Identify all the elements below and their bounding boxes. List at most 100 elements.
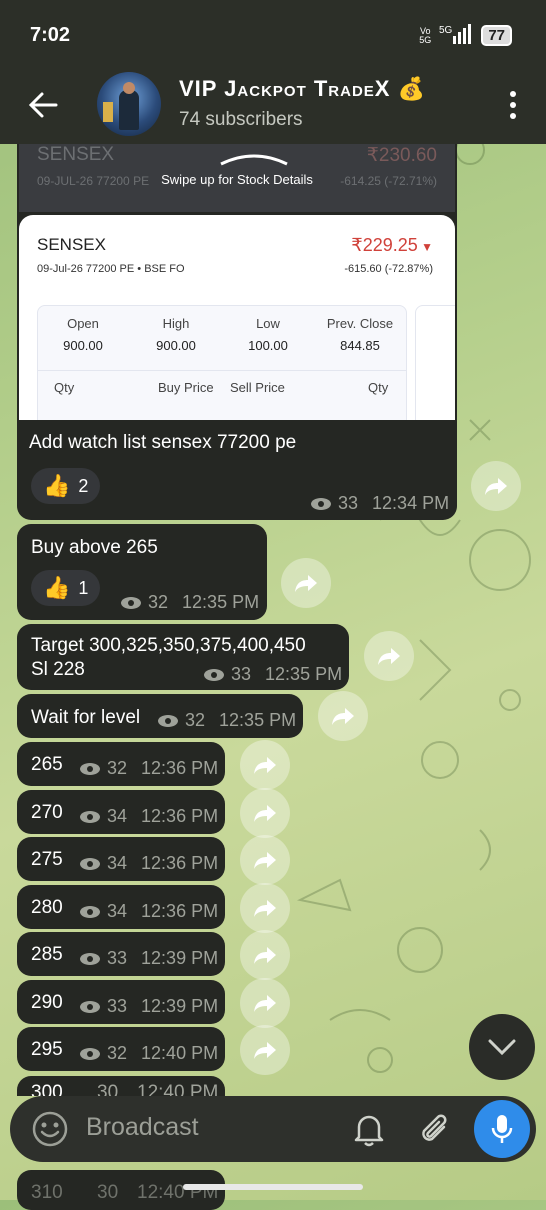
- message-text: 300: [31, 1082, 63, 1096]
- eye-icon: [121, 596, 141, 609]
- eye-icon: [204, 668, 224, 681]
- eye-icon: [311, 497, 331, 510]
- message-meta: 33 12:34 PM: [310, 493, 449, 514]
- back-arrow-icon[interactable]: [26, 88, 60, 122]
- share-arrow-icon: [254, 1042, 276, 1059]
- eye-icon: [80, 1000, 100, 1013]
- message-text: Buy above 265: [31, 537, 158, 558]
- forward-button[interactable]: [471, 461, 521, 511]
- share-arrow-icon: [254, 852, 276, 869]
- share-arrow-icon: [254, 805, 276, 822]
- forward-button[interactable]: [364, 631, 414, 681]
- channel-avatar[interactable]: [97, 72, 161, 136]
- forward-button[interactable]: [240, 788, 290, 838]
- forward-button[interactable]: [281, 558, 331, 608]
- eye-icon: [80, 1047, 100, 1060]
- message-meta: 33 12:39 PM: [79, 948, 218, 969]
- volte-icon: Vo 5G: [419, 25, 432, 45]
- swipe-hint: Swipe up for Stock Details: [161, 172, 313, 187]
- status-icons: Vo 5G 5G 77: [419, 24, 512, 47]
- message-bubble[interactable]: Wait for level 32 12:35 PM: [17, 694, 303, 738]
- stock-card[interactable]: SENSEX ₹229.25 ▼ 09-Jul-26 77200 PE • BS…: [19, 215, 455, 420]
- signal-icon: 5G: [439, 24, 473, 47]
- message-bubble[interactable]: 280 34 12:36 PM: [17, 885, 225, 929]
- message-text: Target 300,325,350,375,400,450: [31, 635, 306, 656]
- message-bubble[interactable]: 270 34 12:36 PM: [17, 790, 225, 834]
- status-bar: 7:02 Vo 5G 5G 77: [0, 0, 546, 70]
- forward-button[interactable]: [240, 740, 290, 790]
- channel-title[interactable]: VIP Jackpot TradeX 💰: [179, 76, 426, 102]
- thumbs-up-emoji: 👍: [43, 575, 71, 600]
- eye-icon: [80, 810, 100, 823]
- swipe-up-icon: [220, 154, 288, 166]
- eye-icon: [158, 714, 178, 727]
- share-arrow-icon: [295, 575, 317, 592]
- thumbs-up-emoji: 👍: [43, 473, 71, 498]
- forward-button[interactable]: [240, 835, 290, 885]
- share-arrow-icon: [254, 900, 276, 917]
- message-bubble[interactable]: 310 30 12:40 PM: [17, 1170, 225, 1210]
- svg-text:5G: 5G: [439, 25, 453, 36]
- scroll-to-bottom-button[interactable]: [469, 1014, 535, 1080]
- clock: 7:02: [30, 24, 71, 46]
- eye-icon: [80, 905, 100, 918]
- paperclip-icon[interactable]: [418, 1111, 452, 1147]
- message-bubble[interactable]: Buy above 265 👍 1 32 12:35 PM: [17, 524, 267, 620]
- battery-icon: 77: [481, 25, 512, 46]
- forward-button[interactable]: [240, 930, 290, 980]
- share-arrow-icon: [332, 708, 354, 725]
- share-arrow-icon: [254, 757, 276, 774]
- reaction-chip[interactable]: 👍 2: [31, 468, 101, 504]
- stock-change: -615.60 (-72.87%): [344, 263, 433, 275]
- message-bubble[interactable]: 275 34 12:36 PM: [17, 837, 225, 881]
- message-meta: 32 12:35 PM: [157, 710, 296, 731]
- microphone-icon: [491, 1115, 513, 1143]
- message-meta: 34 12:36 PM: [79, 853, 218, 874]
- money-bag-emoji: 💰: [397, 76, 427, 101]
- broadcast-bar[interactable]: Broadcast: [10, 1096, 536, 1162]
- message-meta: 33 12:35 PM: [203, 664, 342, 685]
- stock-price: ₹229.25 ▼: [351, 235, 433, 255]
- forward-button[interactable]: [240, 978, 290, 1028]
- forward-button[interactable]: [240, 883, 290, 933]
- chevron-down-icon: [488, 1039, 516, 1055]
- message-text: 265: [31, 754, 63, 775]
- message-meta: 32 12:35 PM: [120, 592, 259, 613]
- share-arrow-icon: [254, 995, 276, 1012]
- broadcast-input[interactable]: Broadcast: [86, 1113, 199, 1142]
- message-bubble[interactable]: 300 30 12:40 PM: [17, 1076, 225, 1096]
- forward-button[interactable]: [240, 1025, 290, 1075]
- ohlc-grid: Open High Low Prev. Close 900.00 900.00 …: [37, 305, 407, 420]
- message-meta: 32 12:40 PM: [79, 1043, 218, 1064]
- reaction-chip[interactable]: 👍 1: [31, 570, 101, 606]
- message-text: 310: [31, 1182, 63, 1203]
- share-arrow-icon: [378, 648, 400, 665]
- eye-icon: [80, 762, 100, 775]
- emoji-icon[interactable]: [32, 1111, 68, 1147]
- home-indicator[interactable]: [183, 1184, 363, 1190]
- chat-header[interactable]: VIP Jackpot TradeX 💰 74 subscribers: [0, 70, 546, 144]
- message-text: 280: [31, 897, 63, 918]
- message-meta: 34 12:36 PM: [79, 806, 218, 827]
- stock-name: SENSEX: [37, 235, 106, 254]
- message-text: 290: [31, 992, 63, 1013]
- message-bubble[interactable]: 265 32 12:36 PM: [17, 742, 225, 786]
- message-bubble[interactable]: 285 33 12:39 PM: [17, 932, 225, 976]
- message-bubble[interactable]: 295 32 12:40 PM: [17, 1027, 225, 1071]
- more-vert-icon[interactable]: [508, 90, 518, 120]
- message-bubble[interactable]: Target 300,325,350,375,400,450 Sl 228 33…: [17, 624, 349, 690]
- message-text: Sl 228: [31, 659, 85, 680]
- share-arrow-icon: [485, 478, 507, 495]
- forward-button[interactable]: [318, 691, 368, 741]
- share-arrow-icon: [254, 947, 276, 964]
- message-text: Wait for level: [31, 707, 141, 728]
- eye-icon: [80, 952, 100, 965]
- message-text: Add watch list sensex 77200 pe: [29, 432, 297, 453]
- message-meta: 34 12:36 PM: [79, 901, 218, 922]
- bell-icon[interactable]: [352, 1111, 386, 1147]
- message-text: 270: [31, 802, 63, 823]
- subscriber-count: 74 subscribers: [179, 109, 303, 130]
- eye-icon: [80, 857, 100, 870]
- message-bubble[interactable]: 290 33 12:39 PM: [17, 980, 225, 1024]
- mic-button[interactable]: [474, 1100, 530, 1158]
